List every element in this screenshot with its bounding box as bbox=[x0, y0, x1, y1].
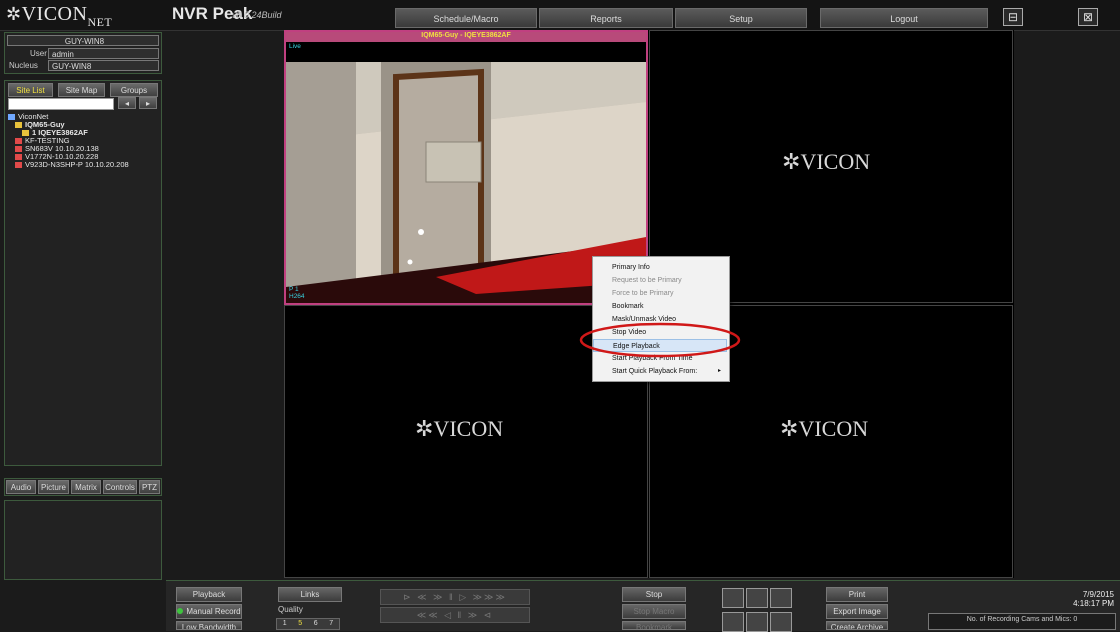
layout-3x3-icon[interactable] bbox=[770, 588, 792, 608]
playback-button[interactable]: Playback bbox=[176, 587, 242, 602]
quality-label: Quality bbox=[278, 605, 303, 614]
record-status-icon bbox=[177, 608, 184, 614]
recording-status-box: No. of Recording Cams and Mics: 0 bbox=[928, 613, 1116, 630]
codec-label: H264 bbox=[289, 293, 305, 300]
close-icon[interactable]: ⊠ bbox=[1078, 8, 1098, 26]
vicon-watermark-text: VICON bbox=[433, 416, 504, 441]
tree-item-label: V923D-N3SHP-P 10.10.20.208 bbox=[25, 160, 129, 169]
quality-option[interactable]: 7 bbox=[329, 619, 333, 629]
quality-selector[interactable]: 1567 bbox=[276, 618, 340, 630]
quality-option[interactable]: 6 bbox=[314, 619, 318, 629]
playback-reverse-controls[interactable]: ≪≪ ◁ ‖ ≫ ⊲ bbox=[380, 607, 530, 623]
manual-record-button[interactable]: Manual Record bbox=[176, 604, 242, 619]
context-menu-item[interactable]: Start Quick Playback From: ▸ bbox=[593, 365, 727, 378]
logo-subtext: NET bbox=[87, 15, 113, 29]
tab-picture[interactable]: Picture bbox=[38, 480, 69, 494]
quality-option[interactable]: 1 bbox=[283, 619, 287, 629]
server-offline-icon bbox=[15, 154, 22, 161]
server-icon bbox=[15, 122, 22, 129]
reports-button[interactable]: Reports bbox=[539, 8, 673, 28]
tree-item[interactable]: V923D-N3SHP-P 10.10.20.208 bbox=[8, 161, 160, 169]
stop-macro-button[interactable]: Stop Macro bbox=[622, 604, 686, 619]
low-bandwidth-button[interactable]: Low Bandwidth bbox=[176, 621, 242, 630]
bookmark-button[interactable]: Bookmark bbox=[622, 621, 686, 630]
vicon-watermark: ✲VICON bbox=[415, 416, 504, 441]
version-label: v8.0.24Build bbox=[232, 10, 282, 20]
setup-button[interactable]: Setup bbox=[675, 8, 807, 28]
tab-ptz[interactable]: PTZ bbox=[139, 480, 160, 494]
layout-custom-icon[interactable] bbox=[770, 612, 792, 632]
clock-time: 4:18:17 PM bbox=[1073, 599, 1114, 608]
tab-controls[interactable]: Controls bbox=[103, 480, 137, 494]
host-name: GUY-WIN8 bbox=[7, 35, 159, 46]
tab-groups[interactable]: Groups bbox=[110, 83, 158, 97]
server-offline-icon bbox=[15, 146, 22, 153]
links-button[interactable]: Links bbox=[278, 587, 342, 602]
context-menu-item-label: Start Quick Playback From: bbox=[612, 368, 698, 375]
quality-option[interactable]: 5 bbox=[298, 619, 302, 629]
logout-button[interactable]: Logout bbox=[820, 8, 988, 28]
live-indicator: Live bbox=[289, 43, 301, 50]
user-field: admin bbox=[48, 48, 159, 59]
search-prev-button[interactable]: ◂ bbox=[118, 97, 136, 109]
print-button[interactable]: Print bbox=[826, 587, 888, 602]
context-menu-item-label: Request to be Primary bbox=[612, 277, 682, 284]
search-next-button[interactable]: ▸ bbox=[139, 97, 157, 109]
context-menu-item[interactable]: Request to be Primary bbox=[593, 274, 727, 287]
layout-1x1-icon[interactable] bbox=[722, 588, 744, 608]
context-menu-item[interactable]: Primary Info bbox=[593, 261, 727, 274]
context-menu-item-label: Force to be Primary bbox=[612, 290, 674, 297]
layout-5x5-icon[interactable] bbox=[746, 612, 768, 632]
tab-site-map[interactable]: Site Map bbox=[58, 83, 105, 97]
context-menu-item[interactable]: Force to be Primary bbox=[593, 287, 727, 300]
vicon-net-logo: ✲VICONNET bbox=[6, 3, 113, 29]
network-icon bbox=[8, 114, 15, 121]
playback-forward-controls[interactable]: ⊳ ≪ ≫ ‖ ▷ ≫≫≫ bbox=[380, 589, 530, 605]
site-search-input[interactable] bbox=[8, 98, 114, 110]
server-offline-icon bbox=[15, 162, 22, 169]
control-content-panel bbox=[4, 500, 162, 580]
context-menu: Primary Info Request to be Primary Force t… bbox=[592, 256, 730, 382]
site-tree: ViconNet IQM65-Guy 1 IQEYE3862AF KF-TESTING… bbox=[8, 113, 160, 169]
context-menu-item-label: Primary Info bbox=[612, 264, 650, 271]
vicon-watermark-text: VICON bbox=[800, 149, 871, 174]
schedule-macro-button[interactable]: Schedule/Macro bbox=[395, 8, 537, 28]
manual-record-label: Manual Record bbox=[186, 607, 241, 616]
preset-indicator: P 1 H264 bbox=[289, 286, 305, 300]
submenu-arrow-icon: ▸ bbox=[717, 368, 721, 374]
tab-matrix[interactable]: Matrix bbox=[71, 480, 101, 494]
server-offline-icon bbox=[15, 138, 22, 145]
nucleus-field: GUY-WIN8 bbox=[48, 60, 159, 71]
context-menu-item[interactable]: Bookmark bbox=[593, 300, 727, 313]
logo-text: VICON bbox=[21, 3, 88, 25]
clock-date: 7/9/2015 bbox=[1082, 590, 1114, 599]
highlight-circle bbox=[579, 322, 741, 358]
clock: 7/9/2015 4:18:17 PM bbox=[1050, 590, 1114, 608]
context-menu-item-label: Bookmark bbox=[612, 303, 644, 310]
cell1-title: IQM65-Guy - IQEYE3862AF bbox=[421, 32, 511, 39]
vicon-watermark-text: VICON bbox=[798, 416, 869, 441]
preset-number: P 1 bbox=[289, 286, 299, 293]
layout-4x4-icon[interactable] bbox=[722, 612, 744, 632]
layout-2x2-icon[interactable] bbox=[746, 588, 768, 608]
vicon-watermark: ✲VICON bbox=[780, 416, 869, 441]
create-archive-button[interactable]: Create Archive bbox=[826, 621, 888, 630]
user-label: User bbox=[30, 49, 47, 58]
tab-audio[interactable]: Audio bbox=[6, 480, 36, 494]
nucleus-label: Nucleus bbox=[9, 61, 38, 70]
export-image-button[interactable]: Export Image bbox=[826, 604, 888, 619]
stop-button[interactable]: Stop bbox=[622, 587, 686, 602]
vicon-watermark: ✲VICON bbox=[782, 149, 871, 174]
tab-site-list[interactable]: Site List bbox=[8, 83, 53, 97]
minimize-icon[interactable]: ⊟ bbox=[1003, 8, 1023, 26]
